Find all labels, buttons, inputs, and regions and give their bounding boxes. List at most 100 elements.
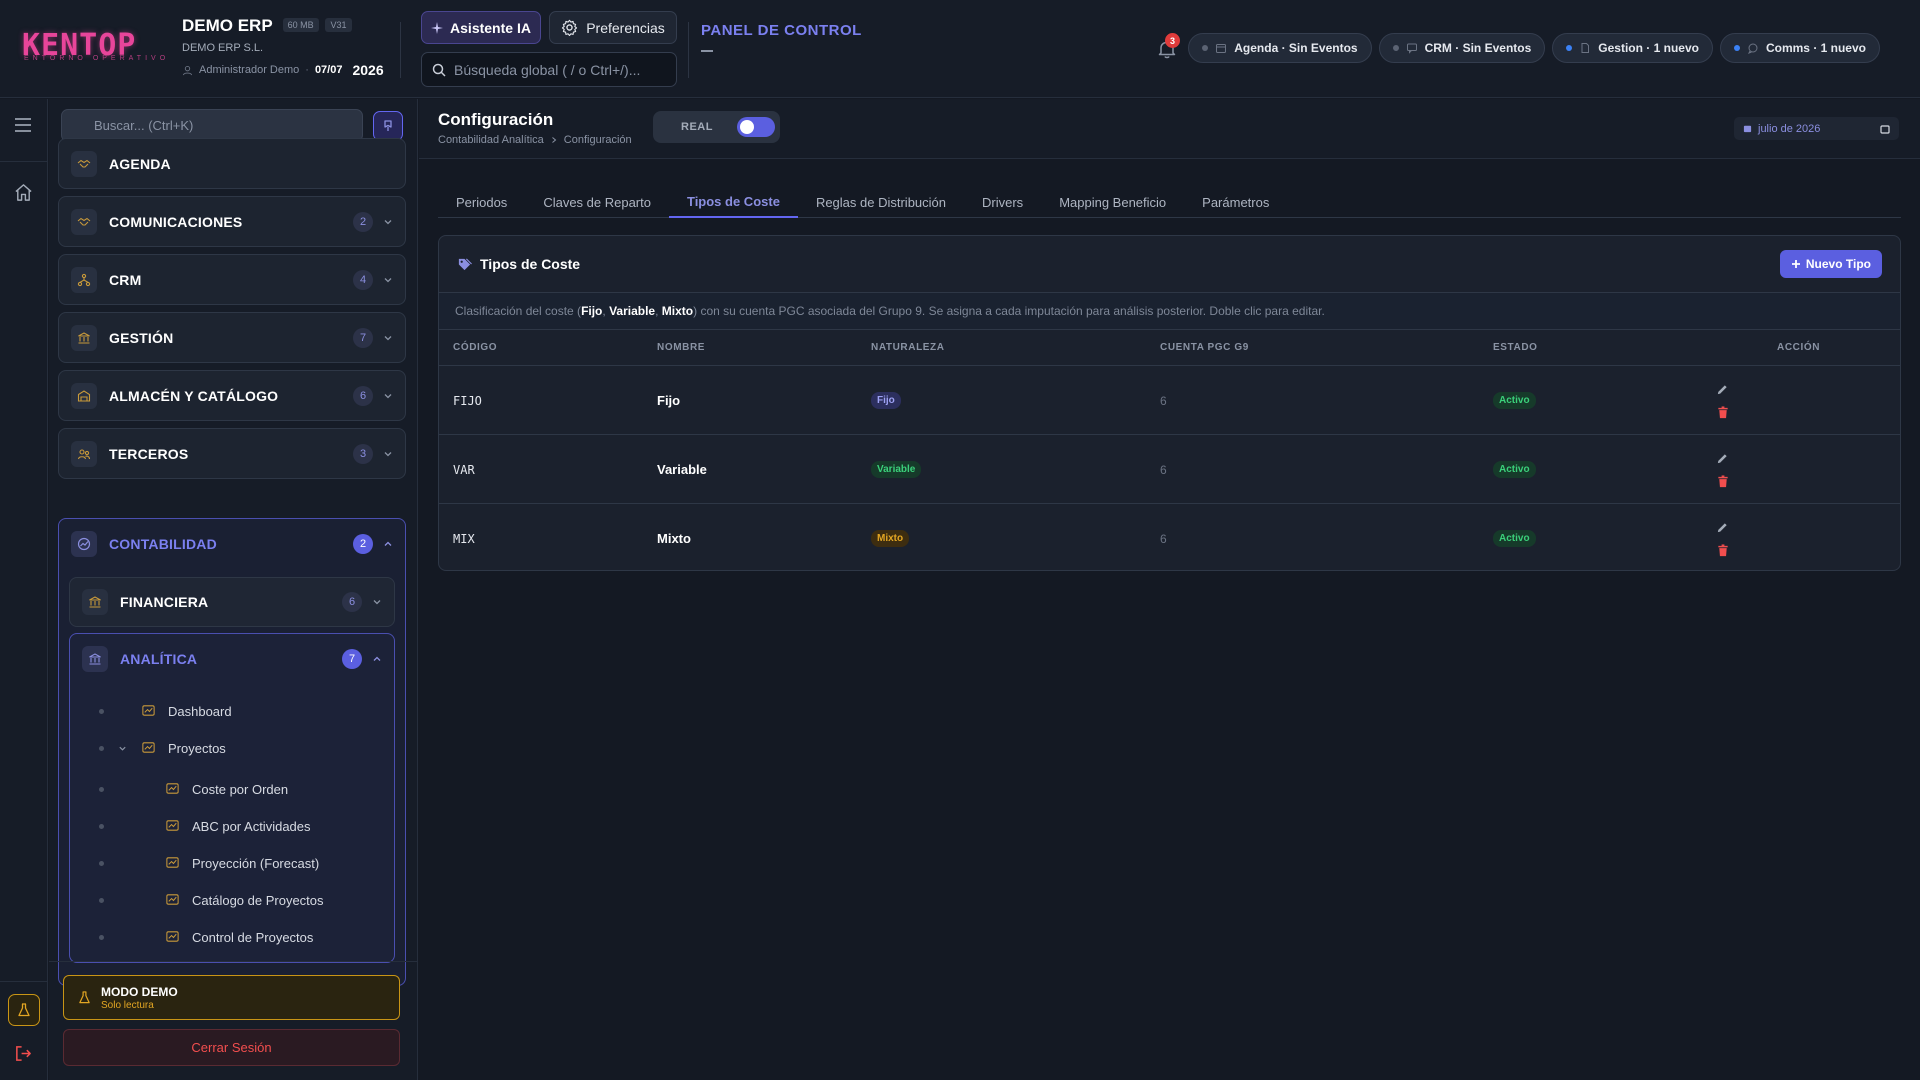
home-icon[interactable] xyxy=(14,183,33,202)
edit-icon[interactable] xyxy=(1716,521,1729,534)
calendar-icon xyxy=(1215,42,1227,54)
hamburger-menu-icon[interactable] xyxy=(14,117,32,133)
sidebar-subitem[interactable]: Coste por Orden xyxy=(70,774,394,804)
sidebar-subitem-label: Proyectos xyxy=(168,740,226,756)
sidebar-item-crm[interactable]: CRM 4 xyxy=(58,254,406,305)
sidebar-group-analitica: ANALÍTICA 7 Dashboard Proyectos Coste por … xyxy=(69,633,395,963)
sidebar-item-label: TERCEROS xyxy=(109,445,189,462)
edit-icon[interactable] xyxy=(1716,452,1729,465)
ai-assistant-label: Asistente IA xyxy=(450,19,531,36)
current-date: 07/07 xyxy=(314,64,343,76)
sidebar-subitem[interactable]: Proyectos xyxy=(70,733,394,763)
edit-icon[interactable] xyxy=(1716,383,1729,396)
panel-title[interactable]: PANEL DE CONTROL xyxy=(701,22,862,39)
global-search-input[interactable] xyxy=(454,61,664,78)
top-header: KENTOP ENTORNO OPERATIVO DEMO ERP 60 MB … xyxy=(0,0,1920,98)
delete-icon[interactable] xyxy=(1717,474,1729,488)
delete-icon[interactable] xyxy=(1717,405,1729,419)
month-picker[interactable]: julio de 2026 xyxy=(1734,117,1899,140)
status-pill[interactable]: CRM · Sin Eventos xyxy=(1378,33,1546,63)
card-description: Clasificación del coste (Fijo, Variable,… xyxy=(439,293,1900,330)
count-badge: 4 xyxy=(353,269,373,290)
status-pill[interactable]: Gestion · 1 nuevo xyxy=(1552,33,1713,63)
sidebar-item-label: COMUNICACIONES xyxy=(109,213,243,230)
sidebar-item-label: CONTABILIDAD xyxy=(109,536,217,552)
preferences-button[interactable]: Preferencias xyxy=(549,11,677,44)
bullet xyxy=(99,823,104,829)
column-header[interactable]: NATURALEZA xyxy=(871,342,945,353)
sidebar-subitem[interactable]: Dashboard xyxy=(70,696,394,726)
chevron-down-icon xyxy=(383,449,393,459)
config-tabs: Periodos Claves de Reparto Tipos de Coste R… xyxy=(438,186,1901,218)
tab-mapping-beneficio[interactable]: Mapping Beneficio xyxy=(1041,186,1184,218)
sidebar-item-terceros[interactable]: TERCEROS 3 xyxy=(58,428,406,479)
sidebar-subitem[interactable]: Proyección (Forecast) xyxy=(70,848,394,878)
global-search[interactable] xyxy=(421,52,677,87)
count-badge: 2 xyxy=(353,211,373,232)
status-dot xyxy=(1392,45,1399,51)
tab-tipos-de-coste[interactable]: Tipos de Coste xyxy=(668,186,798,218)
status-pills: Agenda · Sin Eventos CRM · Sin Eventos Ges… xyxy=(1188,33,1880,63)
company-name: DEMO ERP S.L. xyxy=(182,42,264,54)
sidebar-search-input[interactable] xyxy=(62,110,362,141)
tab-periodos[interactable]: Periodos xyxy=(438,186,525,218)
size-chip: 60 MB xyxy=(282,18,319,32)
chevron-down-icon[interactable] xyxy=(118,744,127,753)
status-pill[interactable]: Agenda · Sin Eventos xyxy=(1188,33,1372,63)
bank-icon xyxy=(71,324,97,351)
sidebar-item-analitica[interactable]: ANALÍTICA 7 xyxy=(82,646,382,672)
logout-icon[interactable] xyxy=(14,1044,33,1063)
abc-icon xyxy=(165,818,181,834)
status-pill[interactable]: Comms · 1 nuevo xyxy=(1719,33,1880,63)
tab-drivers[interactable]: Drivers xyxy=(964,186,1041,218)
chevron-up-icon xyxy=(373,656,381,661)
bullet xyxy=(99,897,104,903)
column-header[interactable]: ACCIÓN xyxy=(1777,342,1820,353)
column-header[interactable]: ESTADO xyxy=(1493,342,1538,353)
sidebar-subitem[interactable]: Control de Proyectos xyxy=(70,922,394,952)
logout-button[interactable]: Cerrar Sesión xyxy=(63,1029,400,1066)
sidebar-subitem[interactable]: Catálogo de Proyectos xyxy=(70,885,394,915)
sidebar-item-contabilidad[interactable]: CONTABILIDAD 2 xyxy=(59,519,405,569)
demo-mode-banner: MODO DEMO Solo lectura xyxy=(63,975,400,1020)
sidebar-item-almacen-y-catalogo[interactable]: ALMACÉN Y CATÁLOGO 6 xyxy=(58,370,406,421)
sidebar-item-comunicaciones[interactable]: COMUNICACIONES 2 xyxy=(58,196,406,247)
chart-icon xyxy=(71,531,97,557)
demo-mode-button[interactable] xyxy=(8,994,40,1026)
doc-icon xyxy=(1579,42,1591,54)
column-header[interactable]: CÓDIGO xyxy=(453,342,497,353)
new-type-label: Nuevo Tipo xyxy=(1805,257,1871,271)
page-title: Configuración xyxy=(438,110,554,129)
real-mode-toggle[interactable]: REAL xyxy=(653,111,780,143)
new-type-button[interactable]: Nuevo Tipo xyxy=(1779,250,1882,278)
people-icon xyxy=(71,440,97,467)
ai-assistant-button[interactable]: Asistente IA xyxy=(421,11,541,44)
bullet xyxy=(99,934,104,940)
tab-parametros[interactable]: Parámetros xyxy=(1184,186,1287,218)
sidebar-item-agenda[interactable]: AGENDA xyxy=(58,138,406,189)
table-row[interactable]: VAR Variable Variable 6 Activo xyxy=(439,435,1900,504)
plus-icon xyxy=(1791,260,1800,268)
sidebar-item-gestion[interactable]: GESTIÓN 7 xyxy=(58,312,406,363)
chevron-down-icon xyxy=(373,600,381,605)
sidebar-item-label: ANALÍTICA xyxy=(120,651,198,667)
sidebar-subitem[interactable]: ABC por Actividades xyxy=(70,811,394,841)
cell-nature: Mixto xyxy=(871,504,910,570)
tab-reglas-de-distribucion[interactable]: Reglas de Distribución xyxy=(798,186,964,218)
table-row[interactable]: FIJO Fijo Fijo 6 Activo xyxy=(439,366,1900,435)
user-line: Administrador Demo · 07/07 2026 xyxy=(182,62,392,78)
column-header[interactable]: NOMBRE xyxy=(657,342,705,353)
demo-title: MODO DEMO xyxy=(101,984,178,999)
toggle-knob xyxy=(739,120,754,134)
column-header[interactable]: CUENTA PGC G9 xyxy=(1160,342,1249,353)
forecast-icon xyxy=(165,855,181,871)
tab-claves-de-reparto[interactable]: Claves de Reparto xyxy=(525,186,669,218)
table-row[interactable]: MIX Mixto Mixto 6 Activo xyxy=(439,504,1900,570)
delete-icon[interactable] xyxy=(1717,543,1729,557)
pin-sidebar-button[interactable] xyxy=(373,111,403,141)
sidebar-item-financiera[interactable]: FINANCIERA 6 xyxy=(69,577,395,627)
breadcrumb-item[interactable]: Contabilidad Analítica xyxy=(438,134,544,146)
toggle-switch[interactable] xyxy=(736,117,775,137)
sparkle-icon xyxy=(431,21,444,34)
sidebar-item-label: FINANCIERA xyxy=(120,594,209,610)
